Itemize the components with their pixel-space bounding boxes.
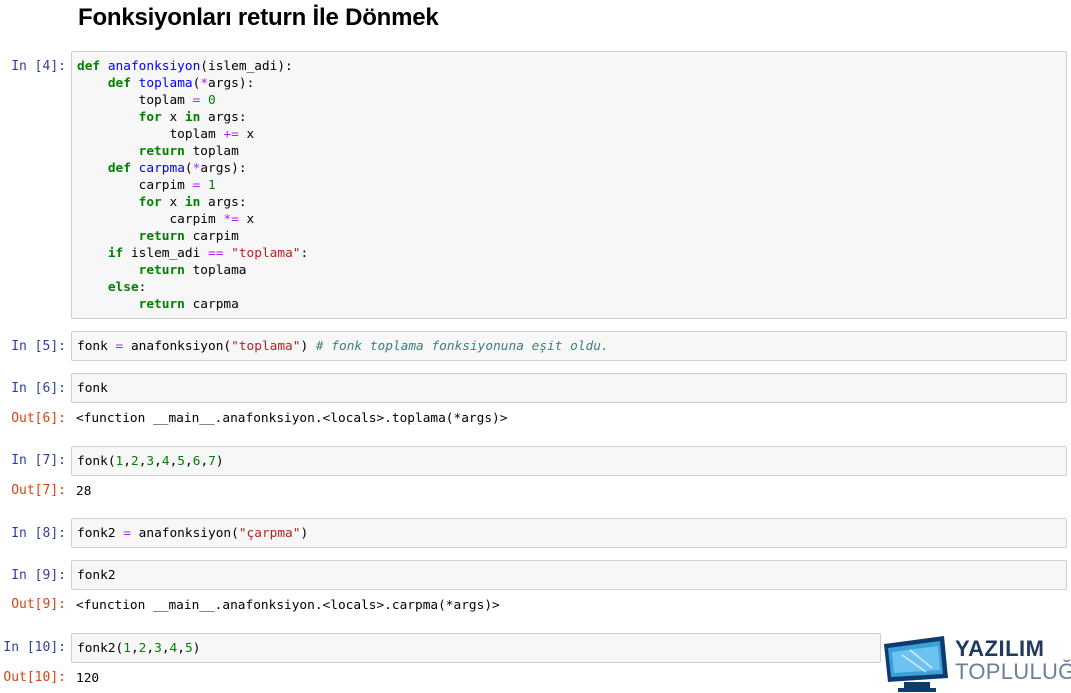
cell-7-output: 28 (76, 484, 92, 499)
code-line: return toplam (138, 144, 239, 159)
cell-9-out-prompt: Out[9]: (11, 597, 66, 612)
cell-7-out-prompt: Out[7]: (11, 483, 66, 498)
code-line: else: (107, 280, 147, 295)
cell-8-code: fonk2 = anafonksiyon("çarpma") (77, 526, 309, 541)
cell-9-code: fonk2 (77, 568, 116, 583)
cell-6-input[interactable]: fonk (71, 373, 1067, 403)
code-line: def carpma(*args): (107, 161, 247, 176)
code-line: return carpma (138, 297, 239, 312)
cell-4-input[interactable]: def anafonksiyon(islem_adi): def toplama… (71, 51, 1067, 319)
cell-7-input[interactable]: fonk(1,2,3,4,5,6,7) (71, 446, 1067, 476)
cell-6-output: <function __main__.anafonksiyon.<locals>… (76, 411, 508, 426)
cell-5-in-prompt: In [5]: (11, 339, 66, 354)
code-line: return carpim (138, 229, 239, 244)
cell-7-code: fonk(1,2,3,4,5,6,7) (77, 454, 224, 469)
cell-8-in-prompt: In [8]: (11, 526, 66, 541)
cell-7-in-prompt: In [7]: (11, 453, 66, 468)
cell-5-input[interactable]: fonk = anafonksiyon("toplama") # fonk to… (71, 331, 1067, 361)
cell-9-input[interactable]: fonk2 (71, 560, 1067, 590)
code-line: if islem_adi == "toplama": (107, 246, 309, 261)
cell-4-in-prompt: In [4]: (11, 59, 66, 74)
cell-4-code: def anafonksiyon(islem_adi): def toplama… (77, 58, 1061, 313)
cell-6-code: fonk (77, 381, 108, 396)
code-line: for x in args: (138, 195, 247, 210)
code-line: for x in args: (138, 110, 247, 125)
cell-10-out-prompt: Out[10]: (3, 670, 66, 685)
cell-10-input[interactable]: fonk2(1,2,3,4,5) (71, 633, 881, 663)
cell-5-code: fonk = anafonksiyon("toplama") # fonk to… (77, 339, 609, 354)
cell-10-in-prompt: In [10]: (3, 640, 66, 655)
cell-9-in-prompt: In [9]: (11, 568, 66, 583)
cell-6-out-prompt: Out[6]: (11, 411, 66, 426)
code-line: toplam += x (77, 127, 255, 142)
code-line: def toplama(*args): (107, 76, 255, 91)
code-line: toplam = 0 (77, 93, 216, 108)
code-line: carpim *= x (77, 212, 255, 227)
logo-text-toplulugu: TOPLULUĞU (955, 659, 1071, 684)
cell-10-code: fonk2(1,2,3,4,5) (77, 641, 201, 656)
code-line: return toplama (138, 263, 247, 278)
cell-8-input[interactable]: fonk2 = anafonksiyon("çarpma") (71, 518, 1067, 548)
code-line: carpim = 1 (77, 178, 216, 193)
code-line: def anafonksiyon(islem_adi): (77, 59, 293, 74)
cell-6-in-prompt: In [6]: (11, 381, 66, 396)
cell-10-output: 120 (76, 671, 100, 686)
cell-9-output: <function __main__.anafonksiyon.<locals>… (76, 598, 500, 613)
notebook-heading: Fonksiyonları return İle Dönmek (78, 4, 439, 31)
